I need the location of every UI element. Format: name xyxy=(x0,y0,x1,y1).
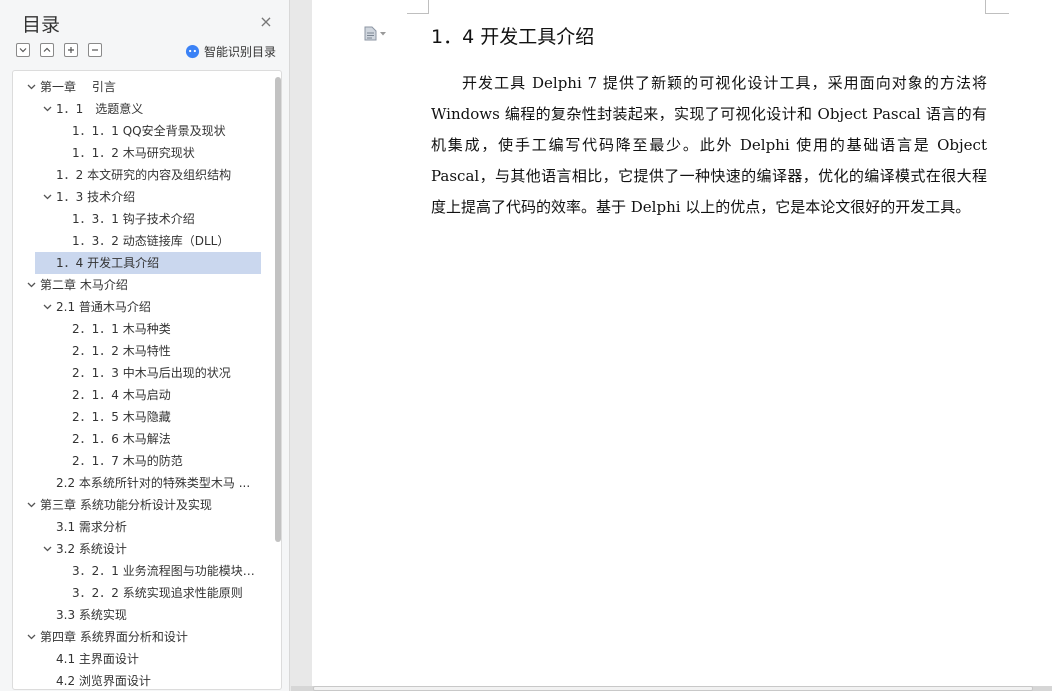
toc-item[interactable]: 第三章 系统功能分析设计及实现 xyxy=(13,494,273,516)
toc-item[interactable]: 3.3 系统实现 xyxy=(13,604,273,626)
add-item-icon[interactable] xyxy=(64,43,78,57)
chevron-down-icon[interactable] xyxy=(41,296,53,318)
toc-item-label: 3．2．1 业务流程图与功能模块 ... xyxy=(72,564,257,578)
toc-item-label: 1．2 本文研究的内容及组织结构 xyxy=(56,168,232,182)
section-heading: 1．4 开发工具介绍 xyxy=(431,26,595,48)
toc-scrollbar[interactable] xyxy=(275,77,281,542)
toc-item-label: 1．3．2 动态链接库（DLL） xyxy=(72,234,230,248)
toc-item-label: 4.1 主界面设计 xyxy=(56,652,139,666)
toc-item-label: 2．1．4 木马启动 xyxy=(72,388,171,402)
toc-item[interactable]: 2．1．7 木马的防范 xyxy=(13,450,273,472)
toc-item-label: 2．1．6 木马解法 xyxy=(72,432,171,446)
toc-item[interactable]: 2．1．3 中木马后出现的状况 xyxy=(13,362,273,384)
toc-item-label: 第二章 木马介绍 xyxy=(40,278,128,292)
remove-item-icon[interactable] xyxy=(88,43,102,57)
toc-item[interactable]: 1．1 选题意义 xyxy=(13,98,273,120)
toc-item-label: 2．1．2 木马特性 xyxy=(72,344,171,358)
smart-toc-button[interactable]: 智能识别目录 xyxy=(185,43,276,60)
toc-item-label: 2．1．1 木马种类 xyxy=(72,322,171,336)
toc-item[interactable]: 3.1 需求分析 xyxy=(13,516,273,538)
toc-item[interactable]: 2．1．1 木马种类 xyxy=(13,318,273,340)
expand-up-icon[interactable] xyxy=(40,43,54,57)
page-margin-mark-left xyxy=(407,0,429,14)
toc-item[interactable]: 2.2 本系统所针对的特殊类型木马 ... xyxy=(13,472,273,494)
body-paragraph: 开发工具 Delphi 7 提供了新颖的可视化设计工具，采用面向对象的方法将 W… xyxy=(431,74,987,216)
toc-item[interactable]: 第一章 引言 xyxy=(13,76,273,98)
collapse-all-icon[interactable] xyxy=(16,43,30,57)
toc-item-label: 第一章 引言 xyxy=(40,80,116,94)
toc-item[interactable]: 1．2 本文研究的内容及组织结构 xyxy=(13,164,273,186)
chevron-down-icon xyxy=(380,31,386,35)
toc-item-label: 1．3 技术介绍 xyxy=(56,190,136,204)
smart-toc-label: 智能识别目录 xyxy=(204,45,277,59)
toc-item[interactable]: 1．3．1 钩子技术介绍 xyxy=(13,208,273,230)
toc-item-label: 3．2．2 系统实现追求性能原则 xyxy=(72,586,243,600)
toc-item-label: 4.2 浏览界面设计 xyxy=(56,674,151,688)
toc-item-label: 1．1 选题意义 xyxy=(56,102,144,116)
toc-item-label: 2．1．7 木马的防范 xyxy=(72,454,183,468)
toc-sidebar: 目录 × 智能识别目录 第一章 引言 1．1 选题意义 1．1．1 QQ安全背景及现… xyxy=(0,0,290,691)
document-page: 1．4 开发工具介绍 开发工具 Delphi 7 提供了新颖的可视化设计工具，采… xyxy=(312,0,1052,686)
close-icon[interactable]: × xyxy=(258,14,274,30)
chevron-down-icon[interactable] xyxy=(41,538,53,560)
toc-item-label: 1．3．1 钩子技术介绍 xyxy=(72,212,195,226)
toc-item[interactable]: 1．3．2 动态链接库（DLL） xyxy=(13,230,273,252)
smart-toc-icon xyxy=(185,44,200,59)
toc-item-label: 1．1．1 QQ安全背景及现状 xyxy=(72,124,226,138)
sidebar-title: 目录 xyxy=(22,14,61,36)
document-icon[interactable] xyxy=(364,26,386,41)
toc-item-label: 2．1．3 中木马后出现的状况 xyxy=(72,366,231,380)
toc-item-label: 3.3 系统实现 xyxy=(56,608,127,622)
toc-item-label: 3.2 系统设计 xyxy=(56,542,127,556)
chevron-down-icon[interactable] xyxy=(41,98,53,120)
chevron-down-icon[interactable] xyxy=(25,274,37,296)
toc-item-label: 3.1 需求分析 xyxy=(56,520,127,534)
toc-item[interactable]: 4.1 主界面设计 xyxy=(13,648,273,670)
chevron-down-icon[interactable] xyxy=(25,76,37,98)
toc-list: 第一章 引言 1．1 选题意义 1．1．1 QQ安全背景及现状 1．1．2 木马研究现… xyxy=(13,76,273,689)
toc-item[interactable]: 3.2 系统设计 xyxy=(13,538,273,560)
toc-item[interactable]: 第二章 木马介绍 xyxy=(13,274,273,296)
toc-item[interactable]: 2．1．2 木马特性 xyxy=(13,340,273,362)
toc-item[interactable]: 1．1．1 QQ安全背景及现状 xyxy=(13,120,273,142)
toc-item[interactable]: 4.2 浏览界面设计 xyxy=(13,670,273,689)
chevron-down-icon[interactable] xyxy=(25,494,37,516)
chevron-down-icon[interactable] xyxy=(25,626,37,648)
toc-item[interactable]: 2．1．4 木马启动 xyxy=(13,384,273,406)
toc-toolbar xyxy=(16,43,102,57)
toc-item[interactable]: 1．3 技术介绍 xyxy=(13,186,273,208)
toc-item-label: 1．4 开发工具介绍 xyxy=(56,256,160,270)
toc-item[interactable]: 第四章 系统界面分析和设计 xyxy=(13,626,273,648)
toc-item[interactable]: 3．2．2 系统实现追求性能原则 xyxy=(13,582,273,604)
chevron-down-icon[interactable] xyxy=(41,186,53,208)
toc-item-label: 第四章 系统界面分析和设计 xyxy=(40,630,188,644)
toc-panel: 第一章 引言 1．1 选题意义 1．1．1 QQ安全背景及现状 1．1．2 木马研究现… xyxy=(12,70,282,690)
toc-item[interactable]: 3．2．1 业务流程图与功能模块 ... xyxy=(13,560,273,582)
toc-item-label: 1．1．2 木马研究现状 xyxy=(72,146,195,160)
toc-item-label: 2.1 普通木马介绍 xyxy=(56,300,151,314)
toc-item[interactable]: 2．1．5 木马隐藏 xyxy=(13,406,273,428)
toc-item[interactable]: 2.1 普通木马介绍 xyxy=(13,296,273,318)
toc-item[interactable]: 2．1．6 木马解法 xyxy=(13,428,273,450)
toc-item-label: 2.2 本系统所针对的特殊类型木马 ... xyxy=(56,476,251,490)
toc-item-label: 2．1．5 木马隐藏 xyxy=(72,410,171,424)
horizontal-scrollbar[interactable] xyxy=(291,686,1052,691)
document-area: 1．4 开发工具介绍 开发工具 Delphi 7 提供了新颖的可视化设计工具，采… xyxy=(291,0,1052,691)
page-margin-mark-right xyxy=(985,0,1009,14)
toc-item[interactable]: 1．4 开发工具介绍 xyxy=(35,252,261,274)
toc-item[interactable]: 1．1．2 木马研究现状 xyxy=(13,142,273,164)
scrollbar-thumb[interactable] xyxy=(313,686,1033,691)
toc-item-label: 第三章 系统功能分析设计及实现 xyxy=(40,498,212,512)
